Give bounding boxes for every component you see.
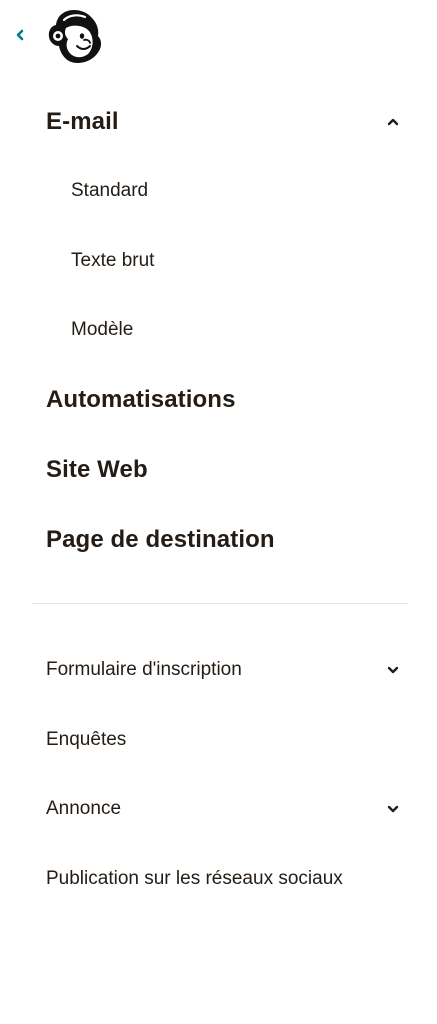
nav-item-email-label: E-mail (46, 108, 119, 135)
nav-subitem-standard-label: Standard (71, 180, 149, 201)
nav-item-surveys[interactable]: Enquêtes (46, 724, 391, 756)
nav-item-landing-page[interactable]: Page de destination (46, 522, 391, 558)
chevron-up-icon[interactable] (383, 112, 403, 132)
top-bar (0, 0, 437, 76)
nav-subitem-standard[interactable]: Standard (46, 175, 391, 207)
nav-item-social-post[interactable]: Publication sur les réseaux sociaux (46, 863, 391, 895)
nav-item-website-label: Site Web (46, 456, 148, 483)
mailchimp-logo-icon[interactable] (44, 6, 104, 68)
chevron-down-icon[interactable] (383, 799, 403, 819)
nav-item-signup-form-label: Formulaire d'inscription (46, 659, 242, 680)
nav-item-website[interactable]: Site Web (46, 452, 391, 488)
nav-subitem-plain-text-label: Texte brut (71, 250, 155, 271)
section-divider (32, 603, 408, 604)
nav-item-signup-form[interactable]: Formulaire d'inscription (46, 654, 399, 686)
nav-item-automations[interactable]: Automatisations (46, 382, 391, 418)
nav-item-landing-page-label: Page de destination (46, 526, 275, 553)
nav-item-surveys-label: Enquêtes (46, 729, 127, 750)
nav-item-social-post-label: Publication sur les réseaux sociaux (46, 868, 343, 889)
nav-subitem-template-label: Modèle (71, 319, 134, 340)
nav-item-ad[interactable]: Annonce (46, 793, 399, 825)
chevron-down-icon[interactable] (383, 660, 403, 680)
chevron-left-icon (15, 28, 25, 46)
nav-item-automations-label: Automatisations (46, 386, 236, 413)
nav-item-ad-label: Annonce (46, 798, 122, 819)
nav-subitem-plain-text[interactable]: Texte brut (46, 245, 391, 277)
nav-subitem-template[interactable]: Modèle (46, 314, 391, 346)
nav-item-email[interactable]: E-mail (46, 104, 399, 140)
back-button[interactable] (12, 28, 28, 46)
